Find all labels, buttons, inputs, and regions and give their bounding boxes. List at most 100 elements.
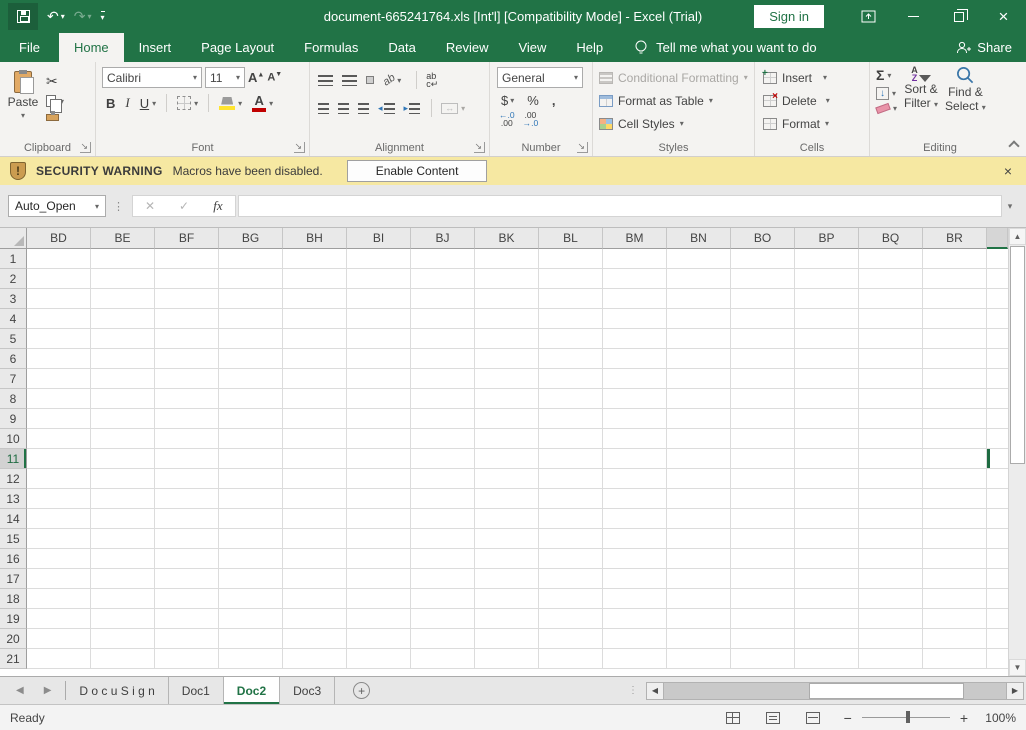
- ribbon-display-options-button[interactable]: [846, 0, 891, 33]
- cell-bj16[interactable]: [411, 549, 475, 569]
- cell-bj10[interactable]: [411, 429, 475, 449]
- cell-bl17[interactable]: [539, 569, 603, 589]
- row-header-11[interactable]: 11: [0, 449, 27, 469]
- cell-bm13[interactable]: [603, 489, 667, 509]
- cell-bl18[interactable]: [539, 589, 603, 609]
- italic-button[interactable]: I: [125, 95, 129, 111]
- cell-bo1[interactable]: [731, 249, 795, 269]
- cell-be19[interactable]: [91, 609, 155, 629]
- cell-bd1[interactable]: [27, 249, 91, 269]
- cell-bk15[interactable]: [475, 529, 539, 549]
- copy-button[interactable]: [46, 95, 62, 113]
- wrap-text-button[interactable]: ab c↵: [426, 72, 438, 89]
- cell-bo12[interactable]: [731, 469, 795, 489]
- underline-button[interactable]: U: [140, 96, 149, 111]
- cell-bq17[interactable]: [859, 569, 923, 589]
- cell-bf20[interactable]: [155, 629, 219, 649]
- select-all-corner[interactable]: [0, 228, 27, 249]
- column-header-bm[interactable]: BM: [603, 228, 667, 249]
- cell-bm17[interactable]: [603, 569, 667, 589]
- cell-partial-19[interactable]: [987, 609, 1008, 629]
- cell-br1[interactable]: [923, 249, 987, 269]
- cell-bd8[interactable]: [27, 389, 91, 409]
- cell-be15[interactable]: [91, 529, 155, 549]
- cell-bn11[interactable]: [667, 449, 731, 469]
- cell-bk9[interactable]: [475, 409, 539, 429]
- cell-bl20[interactable]: [539, 629, 603, 649]
- cell-bp17[interactable]: [795, 569, 859, 589]
- cell-bo17[interactable]: [731, 569, 795, 589]
- decrease-decimal-button[interactable]: .00 →.0: [523, 111, 539, 128]
- cell-bj8[interactable]: [411, 389, 475, 409]
- cell-bg8[interactable]: [219, 389, 283, 409]
- cell-bm11[interactable]: [603, 449, 667, 469]
- cell-bj3[interactable]: [411, 289, 475, 309]
- cell-bl2[interactable]: [539, 269, 603, 289]
- cell-be5[interactable]: [91, 329, 155, 349]
- cell-bp3[interactable]: [795, 289, 859, 309]
- column-header-bo[interactable]: BO: [731, 228, 795, 249]
- font-family-combobox[interactable]: Calibri ▾: [102, 67, 202, 88]
- cell-bh14[interactable]: [283, 509, 347, 529]
- tab-file[interactable]: File: [0, 33, 59, 62]
- format-cells-button[interactable]: Format ▾: [763, 112, 869, 135]
- zoom-in-button[interactable]: +: [960, 710, 968, 726]
- cell-bp7[interactable]: [795, 369, 859, 389]
- insert-cells-button[interactable]: Insert ▾: [762, 66, 869, 89]
- cell-bh17[interactable]: [283, 569, 347, 589]
- cell-bn2[interactable]: [667, 269, 731, 289]
- cell-bd2[interactable]: [27, 269, 91, 289]
- cell-bj18[interactable]: [411, 589, 475, 609]
- cell-bg6[interactable]: [219, 349, 283, 369]
- sign-in-button[interactable]: Sign in: [754, 5, 824, 28]
- cell-bm6[interactable]: [603, 349, 667, 369]
- borders-button[interactable]: [177, 96, 192, 110]
- cell-bl3[interactable]: [539, 289, 603, 309]
- cell-bm8[interactable]: [603, 389, 667, 409]
- cell-bk20[interactable]: [475, 629, 539, 649]
- cell-bo5[interactable]: [731, 329, 795, 349]
- comma-style-button[interactable]: ,: [552, 93, 556, 108]
- cell-be9[interactable]: [91, 409, 155, 429]
- cell-bf5[interactable]: [155, 329, 219, 349]
- row-header-18[interactable]: 18: [0, 589, 27, 609]
- cell-bg20[interactable]: [219, 629, 283, 649]
- cell-bh8[interactable]: [283, 389, 347, 409]
- cell-bn14[interactable]: [667, 509, 731, 529]
- cell-be8[interactable]: [91, 389, 155, 409]
- cell-bj11[interactable]: [411, 449, 475, 469]
- column-header-bj[interactable]: BJ: [411, 228, 475, 249]
- cell-be10[interactable]: [91, 429, 155, 449]
- cell-bo9[interactable]: [731, 409, 795, 429]
- tab-home[interactable]: Home: [58, 33, 124, 62]
- cell-bn19[interactable]: [667, 609, 731, 629]
- cell-bk2[interactable]: [475, 269, 539, 289]
- sheet-tab-doc1[interactable]: Doc1: [169, 677, 224, 704]
- cell-partial-6[interactable]: [987, 349, 1008, 369]
- cell-bq14[interactable]: [859, 509, 923, 529]
- cell-bj7[interactable]: [411, 369, 475, 389]
- cell-bf1[interactable]: [155, 249, 219, 269]
- cell-bm1[interactable]: [603, 249, 667, 269]
- tab-scroll-splitter[interactable]: ⋮: [628, 685, 638, 696]
- security-bar-close-icon[interactable]: ×: [1004, 163, 1016, 179]
- fill-color-dropdown-icon[interactable]: ▾: [238, 99, 242, 108]
- cell-bf19[interactable]: [155, 609, 219, 629]
- cell-bd10[interactable]: [27, 429, 91, 449]
- cell-bg11[interactable]: [219, 449, 283, 469]
- cell-partial-16[interactable]: [987, 549, 1008, 569]
- cell-bk6[interactable]: [475, 349, 539, 369]
- borders-dropdown-icon[interactable]: ▾: [194, 99, 198, 108]
- cell-bh5[interactable]: [283, 329, 347, 349]
- accounting-format-button[interactable]: $ ▾: [501, 93, 514, 108]
- name-box[interactable]: Auto_Open ▾: [8, 195, 106, 217]
- cell-bh4[interactable]: [283, 309, 347, 329]
- cell-br2[interactable]: [923, 269, 987, 289]
- cell-bi15[interactable]: [347, 529, 411, 549]
- cell-bn3[interactable]: [667, 289, 731, 309]
- cell-bi5[interactable]: [347, 329, 411, 349]
- row-header-13[interactable]: 13: [0, 489, 27, 509]
- row-header-19[interactable]: 19: [0, 609, 27, 629]
- cell-partial-12[interactable]: [987, 469, 1008, 489]
- cell-bj4[interactable]: [411, 309, 475, 329]
